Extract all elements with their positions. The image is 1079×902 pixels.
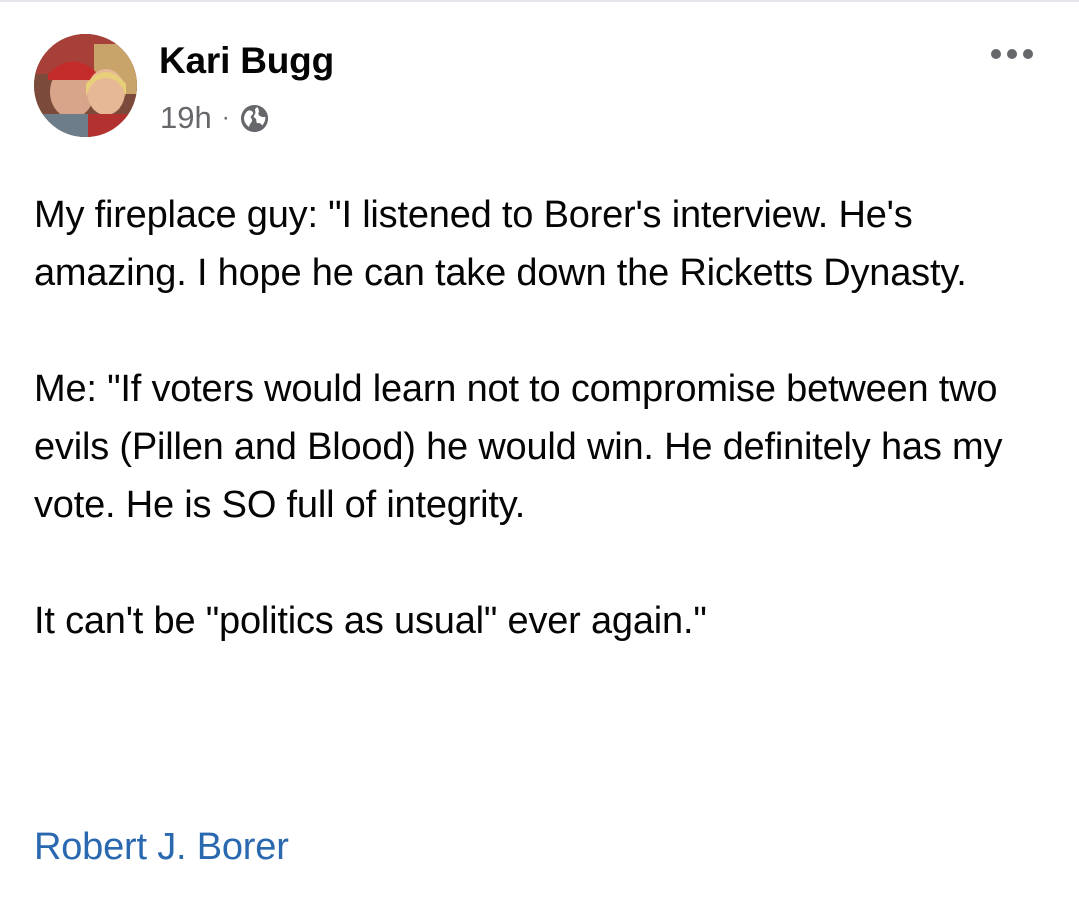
post-meta: 19h · <box>160 100 270 136</box>
post-paragraph: It can't be "politics as usual" ever aga… <box>34 600 707 642</box>
meta-separator: · <box>221 104 230 131</box>
avatar[interactable] <box>34 34 137 137</box>
profile-photo-icon <box>34 34 137 137</box>
post-timestamp[interactable]: 19h <box>160 100 212 136</box>
post-header: Kari Bugg 19h · <box>34 34 1044 138</box>
more-options-icon <box>991 49 1033 59</box>
author-name[interactable]: Kari Bugg <box>159 40 334 82</box>
top-divider <box>0 0 1079 2</box>
globe-icon[interactable] <box>239 103 270 134</box>
post-body: My fireplace guy: "I listened to Borer's… <box>34 186 1054 708</box>
more-options-button[interactable] <box>986 42 1038 66</box>
post-paragraph: Me: "If voters would learn not to compro… <box>34 368 1003 526</box>
post-paragraph: My fireplace guy: "I listened to Borer's… <box>34 194 967 294</box>
mention-link[interactable]: Robert J. Borer <box>34 818 289 876</box>
